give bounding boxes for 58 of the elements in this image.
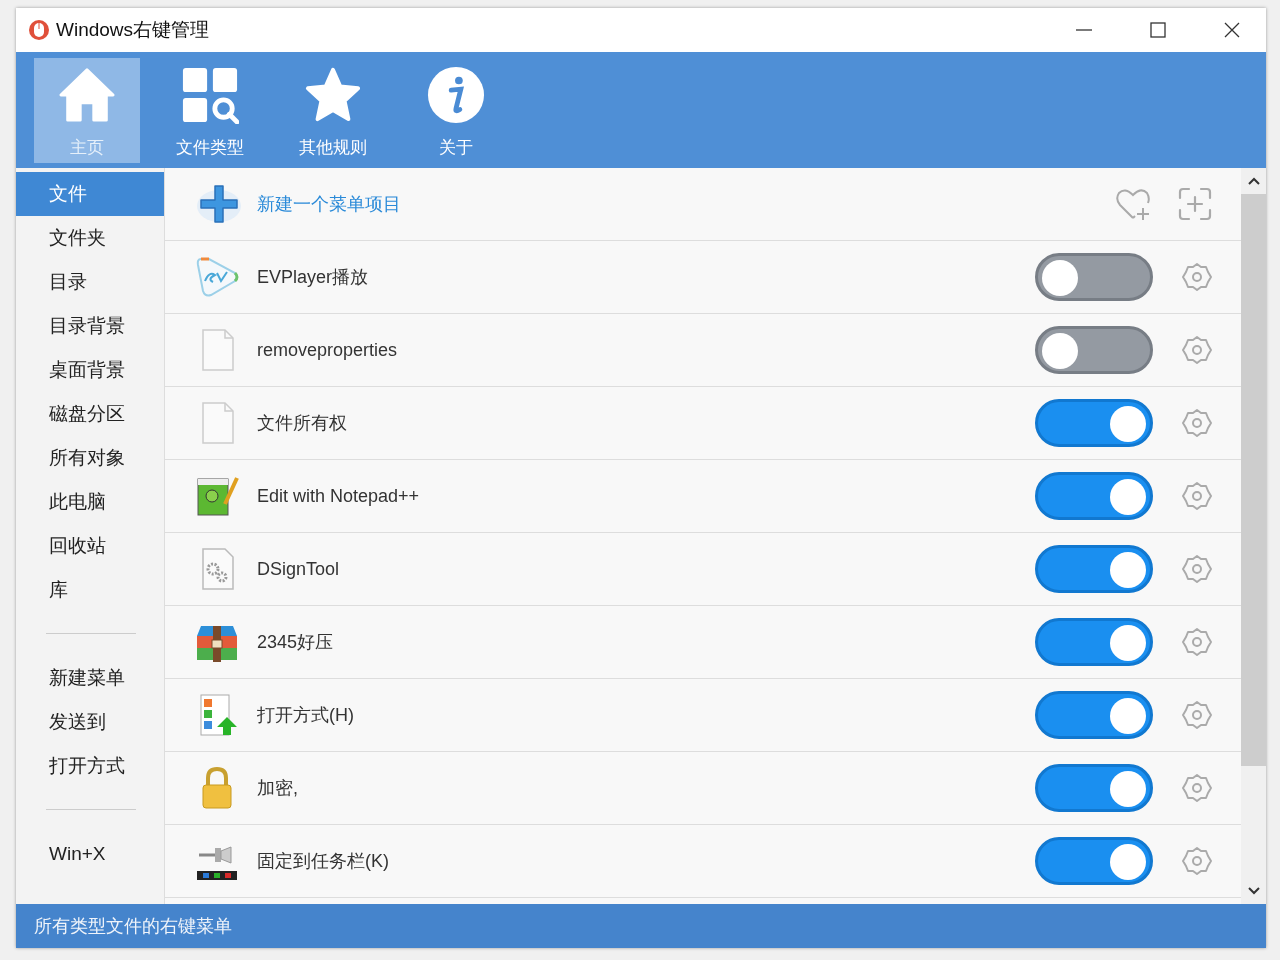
sidebar-item[interactable]: 桌面背景	[16, 348, 164, 392]
notepad-icon	[195, 474, 239, 518]
toggle-switch[interactable]	[1035, 618, 1153, 666]
settings-icon[interactable]	[1181, 480, 1213, 512]
menu-item-label: 打开方式(H)	[257, 704, 355, 727]
minimize-icon	[1076, 29, 1092, 31]
plus-icon[interactable]	[195, 182, 243, 226]
toggle-switch[interactable]	[1035, 545, 1153, 593]
status-bar: 所有类型文件的右键菜单	[16, 904, 1266, 948]
settings-icon[interactable]	[1181, 334, 1213, 366]
sidebar-item[interactable]: 所有对象	[16, 436, 164, 480]
sidebar-item[interactable]: Win+X	[16, 832, 164, 876]
toggle-switch[interactable]	[1035, 472, 1153, 520]
home-icon	[58, 66, 116, 124]
toggle-switch[interactable]	[1035, 326, 1153, 374]
menu-item-label: 加密,	[257, 777, 299, 800]
toggle-switch[interactable]	[1035, 837, 1153, 885]
app-logo-icon	[195, 255, 239, 299]
sidebar-item[interactable]: 目录	[16, 260, 164, 304]
settings-icon[interactable]	[1181, 772, 1213, 804]
scrollbar-thumb[interactable]	[1241, 194, 1266, 766]
sidebar-item[interactable]: 目录背景	[16, 304, 164, 348]
sidebar-item[interactable]: 文件	[16, 172, 164, 216]
menu-item-label: 固定到任务栏(K)	[257, 850, 390, 873]
settings-icon[interactable]	[1181, 553, 1213, 585]
settings-icon[interactable]	[1181, 261, 1213, 293]
menu-item-label: Edit with Notepad++	[257, 485, 421, 507]
sidebar-item[interactable]: 发送到	[16, 700, 164, 744]
settings-icon[interactable]	[1181, 626, 1213, 658]
menu-item-label: 文件所有权	[257, 412, 348, 435]
sidebar-item[interactable]: 回收站	[16, 524, 164, 568]
mouse-icon	[28, 19, 50, 41]
sidebar-item[interactable]: 库	[16, 568, 164, 612]
sidebar-item[interactable]: 新建菜单	[16, 656, 164, 700]
star-icon	[304, 66, 362, 124]
sidebar-item[interactable]: 磁盘分区	[16, 392, 164, 436]
info-icon	[427, 66, 485, 124]
window-title: Windows右键管理	[56, 18, 211, 42]
sidebar-item[interactable]: 此电脑	[16, 480, 164, 524]
menu-item-label: DSignTool	[257, 558, 341, 580]
toggle-switch[interactable]	[1035, 399, 1153, 447]
maximize-icon	[1150, 22, 1166, 38]
sidebar-item[interactable]: 打开方式	[16, 744, 164, 788]
menu-item-label: 2345好压	[257, 631, 335, 654]
toggle-switch[interactable]	[1035, 253, 1153, 301]
menu-item-label: EVPlayer播放	[257, 266, 370, 289]
close-icon	[1224, 22, 1240, 38]
toggle-switch[interactable]	[1035, 691, 1153, 739]
settings-icon[interactable]	[1181, 845, 1213, 877]
menu-item-label: removeproperties	[257, 339, 399, 361]
new-menu-item-link[interactable]: 新建一个菜单项目	[257, 192, 1089, 216]
settings-icon[interactable]	[1181, 699, 1213, 731]
heart-plus-icon[interactable]	[1115, 186, 1151, 222]
grid-search-icon	[181, 66, 239, 124]
sidebar-item[interactable]: 文件夹	[16, 216, 164, 260]
toggle-switch[interactable]	[1035, 764, 1153, 812]
settings-icon[interactable]	[1181, 407, 1213, 439]
add-frame-icon[interactable]	[1177, 186, 1213, 222]
